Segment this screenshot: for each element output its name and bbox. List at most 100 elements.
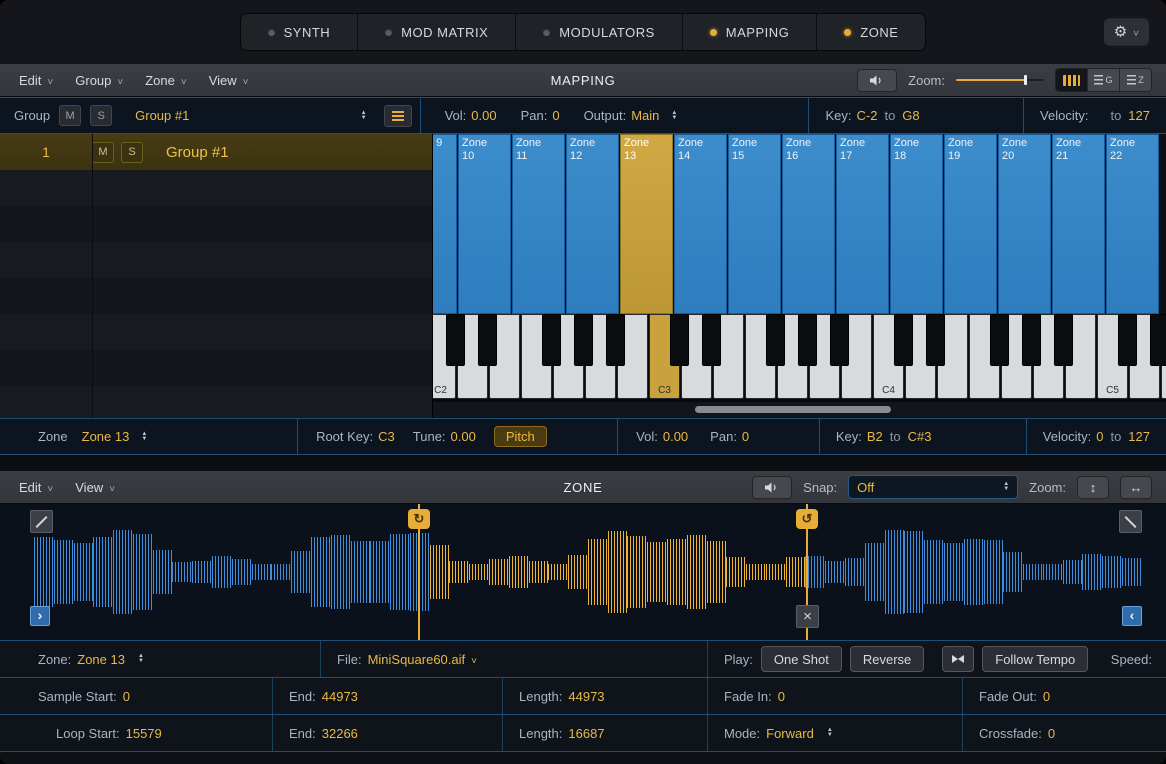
sample-start-value[interactable]: 0 [123, 689, 130, 704]
group-solo-button[interactable]: S [90, 105, 112, 126]
root-key-value[interactable]: C3 [378, 429, 395, 444]
reverse-button[interactable]: Reverse [850, 646, 924, 672]
zone-velocity-high[interactable]: 127 [1128, 429, 1150, 444]
black-key[interactable] [606, 314, 625, 366]
pitch-button[interactable]: Pitch [494, 426, 547, 447]
horizontal-scrollbar[interactable] [433, 402, 1166, 418]
loop-start-value[interactable]: 15579 [126, 726, 162, 741]
zone-block-zone-12[interactable]: Zone12 [566, 134, 619, 314]
group-vol-value[interactable]: 0.00 [471, 108, 496, 123]
zone-block-zone-14[interactable]: Zone14 [674, 134, 727, 314]
zone-key-low[interactable]: B2 [867, 429, 883, 444]
black-key[interactable] [894, 314, 913, 366]
zoom-fit-vertical-button[interactable] [1077, 476, 1109, 499]
group-name-dropdown[interactable]: Group #1 [135, 108, 189, 123]
group-list-empty-row[interactable] [0, 242, 432, 278]
tab-modulators[interactable]: MODULATORS [516, 14, 683, 50]
fade-in-handle[interactable] [30, 510, 53, 533]
black-key[interactable] [702, 314, 721, 366]
zone-block-zone-22[interactable]: Zone22 [1106, 134, 1159, 314]
one-shot-button[interactable]: One Shot [761, 646, 842, 672]
file-value[interactable]: MiniSquare60.aif [368, 652, 466, 667]
zone-block-zone-17[interactable]: Zone17 [836, 134, 889, 314]
black-key[interactable] [766, 314, 785, 366]
group-velocity-high[interactable]: 127 [1128, 108, 1150, 123]
loop-end-marker[interactable] [796, 509, 818, 529]
sample-start-marker[interactable] [30, 606, 50, 626]
sample-end-marker[interactable] [1122, 606, 1142, 626]
loop-length-value[interactable]: 16687 [568, 726, 604, 741]
black-key[interactable] [478, 314, 497, 366]
zone-block-zone-21[interactable]: Zone21 [1052, 134, 1105, 314]
zone-block-zone-16[interactable]: Zone16 [782, 134, 835, 314]
fade-out-value[interactable]: 0 [1043, 689, 1050, 704]
zone-block-zone-15[interactable]: Zone15 [728, 134, 781, 314]
crossfade-value[interactable]: 0 [1048, 726, 1055, 741]
tab-mod-matrix[interactable]: MOD MATRIX [358, 14, 516, 50]
black-key[interactable] [990, 314, 1009, 366]
zone-block-zone-10[interactable]: Zone10 [458, 134, 511, 314]
crossfade-loop-button[interactable] [942, 646, 974, 672]
tab-synth[interactable]: SYNTH [241, 14, 359, 50]
zone-view-menu[interactable]: View [64, 471, 126, 503]
zone-key-high[interactable]: C#3 [908, 429, 932, 444]
zone-block-zone-20[interactable]: Zone20 [998, 134, 1051, 314]
black-key[interactable] [1022, 314, 1041, 366]
black-key[interactable] [1054, 314, 1073, 366]
black-key[interactable] [542, 314, 561, 366]
black-key[interactable] [830, 314, 849, 366]
group-list-empty-row[interactable] [0, 314, 432, 350]
group-key-low[interactable]: C-2 [857, 108, 878, 123]
group-list-empty-row[interactable] [0, 386, 432, 418]
tab-mapping[interactable]: MAPPING [683, 14, 817, 50]
follow-tempo-button[interactable]: Follow Tempo [982, 646, 1088, 672]
mapping-group-menu[interactable]: Group [64, 64, 134, 96]
black-key[interactable] [1118, 314, 1137, 366]
mapping-audition-button[interactable] [857, 69, 897, 92]
zone-edit-menu[interactable]: Edit [8, 471, 64, 503]
sample-length-value[interactable]: 44973 [568, 689, 604, 704]
black-key[interactable] [670, 314, 689, 366]
zone-velocity-low[interactable]: 0 [1096, 429, 1103, 444]
black-key[interactable] [1150, 314, 1166, 366]
keyboard-view-button[interactable] [1056, 69, 1088, 91]
group-output-value[interactable]: Main [631, 108, 659, 123]
loop-mode-value[interactable]: Forward [766, 726, 814, 741]
zone-block-zone-11[interactable]: Zone11 [512, 134, 565, 314]
zone-vol-value[interactable]: 0.00 [663, 429, 688, 444]
zone-block-zone-13[interactable]: Zone13 [620, 134, 673, 314]
group-row-solo-button[interactable]: S [121, 142, 143, 163]
group-list-row-1[interactable]: 1 M S Group #1 [0, 134, 432, 170]
zone-block-zone-9[interactable]: Zone 9 [433, 134, 457, 314]
group-row-mute-button[interactable]: M [92, 142, 114, 163]
tab-zone[interactable]: ZONE [817, 14, 925, 50]
group-view-button[interactable]: G [1088, 69, 1120, 91]
zone-pan-value[interactable]: 0 [742, 429, 749, 444]
keyboard[interactable]: C2C3C4C5 [433, 314, 1166, 402]
zone-view-button[interactable]: Z [1120, 69, 1151, 91]
group-list-empty-row[interactable] [0, 206, 432, 242]
mapping-zoom-slider[interactable] [956, 74, 1044, 86]
group-list-empty-row[interactable] [0, 350, 432, 386]
zone-block-zone-19[interactable]: Zone19 [944, 134, 997, 314]
fade-in-value[interactable]: 0 [778, 689, 785, 704]
group-list-toggle-button[interactable] [384, 105, 412, 127]
mapping-zone-menu[interactable]: Zone [134, 64, 197, 96]
black-key[interactable] [446, 314, 465, 366]
zone-selector-value[interactable]: Zone 13 [77, 652, 125, 667]
group-pan-value[interactable]: 0 [552, 108, 559, 123]
settings-button[interactable] [1103, 18, 1150, 47]
zone-block-zone-18[interactable]: Zone18 [890, 134, 943, 314]
zone-audition-button[interactable] [752, 476, 792, 499]
waveform-display[interactable] [0, 504, 1166, 640]
zone-name-dropdown[interactable]: Zone 13 [82, 429, 130, 444]
group-list-empty-row[interactable] [0, 278, 432, 314]
clear-loop-button[interactable] [796, 605, 819, 628]
mapping-edit-menu[interactable]: Edit [8, 64, 64, 96]
group-mute-button[interactable]: M [59, 105, 81, 126]
fade-out-handle[interactable] [1119, 510, 1142, 533]
tune-value[interactable]: 0.00 [451, 429, 476, 444]
group-list-empty-row[interactable] [0, 170, 432, 206]
slider-handle[interactable] [1024, 75, 1027, 85]
black-key[interactable] [926, 314, 945, 366]
